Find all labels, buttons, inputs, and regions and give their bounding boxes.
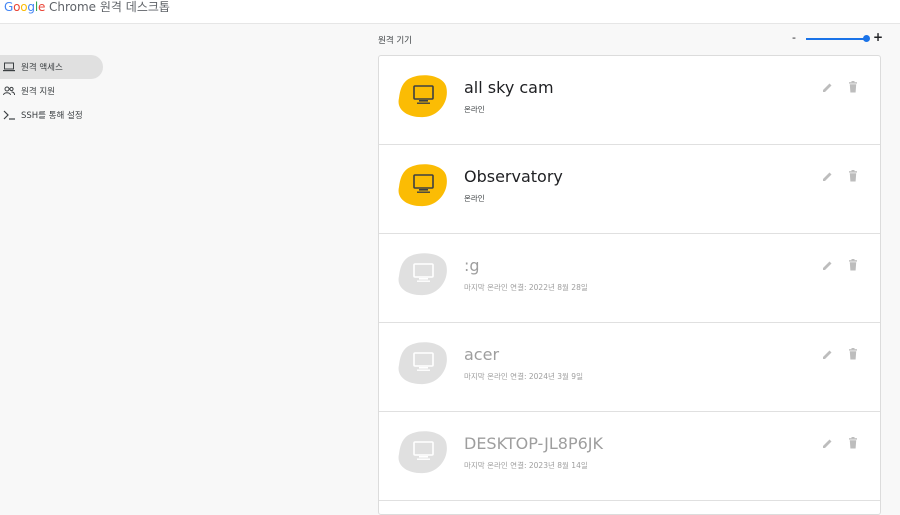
computer-icon: [398, 164, 447, 207]
delete-icon[interactable]: [848, 437, 858, 449]
computer-icon: [398, 342, 447, 385]
device-status: 마지막 온라인 연결: 2022년 8월 28일: [464, 283, 588, 292]
zoom-in-button[interactable]: +: [873, 30, 883, 44]
app-title: Chrome 원격 데스크톱: [49, 0, 170, 14]
device-row[interactable]: acer 마지막 온라인 연결: 2024년 3월 9일: [379, 323, 880, 412]
device-name: DESKTOP-JL8P6JK: [464, 434, 604, 453]
sidebar: 원격 액세스 원격 지원 SSH를 통해 설정: [0, 55, 110, 127]
google-logo: Google: [4, 0, 46, 14]
computer-icon: [398, 431, 447, 474]
delete-icon[interactable]: [848, 170, 858, 182]
device-row[interactable]: Observatory 온라인: [379, 145, 880, 234]
device-row[interactable]: all sky cam 온라인: [379, 56, 880, 145]
edit-icon[interactable]: [822, 349, 833, 360]
device-status: 마지막 온라인 연결: 2024년 3월 9일: [464, 372, 583, 381]
device-name: all sky cam: [464, 78, 554, 97]
laptop-icon: [2, 60, 16, 74]
section-title: 원격 기기: [378, 36, 412, 46]
terminal-icon: [2, 108, 16, 122]
sidebar-item-label: SSH를 통해 설정: [21, 111, 83, 121]
device-row[interactable]: :g 마지막 온라인 연결: 2022년 8월 28일: [379, 234, 880, 323]
device-status: 온라인: [464, 194, 485, 203]
sidebar-item-remote-support[interactable]: 원격 지원: [0, 79, 103, 103]
device-status: 온라인: [464, 105, 485, 114]
computer-icon: [398, 253, 447, 296]
top-bar: Google Chrome 원격 데스크톱: [0, 0, 900, 24]
delete-icon[interactable]: [848, 348, 858, 360]
app-brand: Google Chrome 원격 데스크톱: [4, 0, 170, 16]
device-list: all sky cam 온라인 Observatory 온라인 :g 마지막 온라인 연결…: [378, 55, 881, 515]
sidebar-item-ssh-setup[interactable]: SSH를 통해 설정: [0, 103, 103, 127]
edit-icon[interactable]: [822, 260, 833, 271]
device-name: Observatory: [464, 167, 563, 186]
edit-icon[interactable]: [822, 82, 833, 93]
sidebar-item-remote-access[interactable]: 원격 액세스: [0, 55, 103, 79]
computer-icon: [398, 75, 447, 118]
zoom-slider[interactable]: - +: [792, 30, 884, 46]
zoom-slider-thumb[interactable]: [863, 35, 870, 42]
zoom-out-button[interactable]: -: [792, 31, 796, 44]
people-icon: [2, 84, 16, 98]
device-status: 마지막 온라인 연결: 2023년 8월 14일: [464, 461, 588, 470]
device-row[interactable]: DESKTOP-JL8P6JK 마지막 온라인 연결: 2023년 8월 14일: [379, 412, 880, 501]
device-name: acer: [464, 345, 500, 364]
sidebar-item-label: 원격 액세스: [21, 63, 63, 73]
device-name: :g: [464, 256, 480, 275]
edit-icon[interactable]: [822, 171, 833, 182]
zoom-slider-track[interactable]: [806, 38, 866, 40]
sidebar-item-label: 원격 지원: [21, 87, 55, 97]
edit-icon[interactable]: [822, 438, 833, 449]
delete-icon[interactable]: [848, 259, 858, 271]
delete-icon[interactable]: [848, 81, 858, 93]
